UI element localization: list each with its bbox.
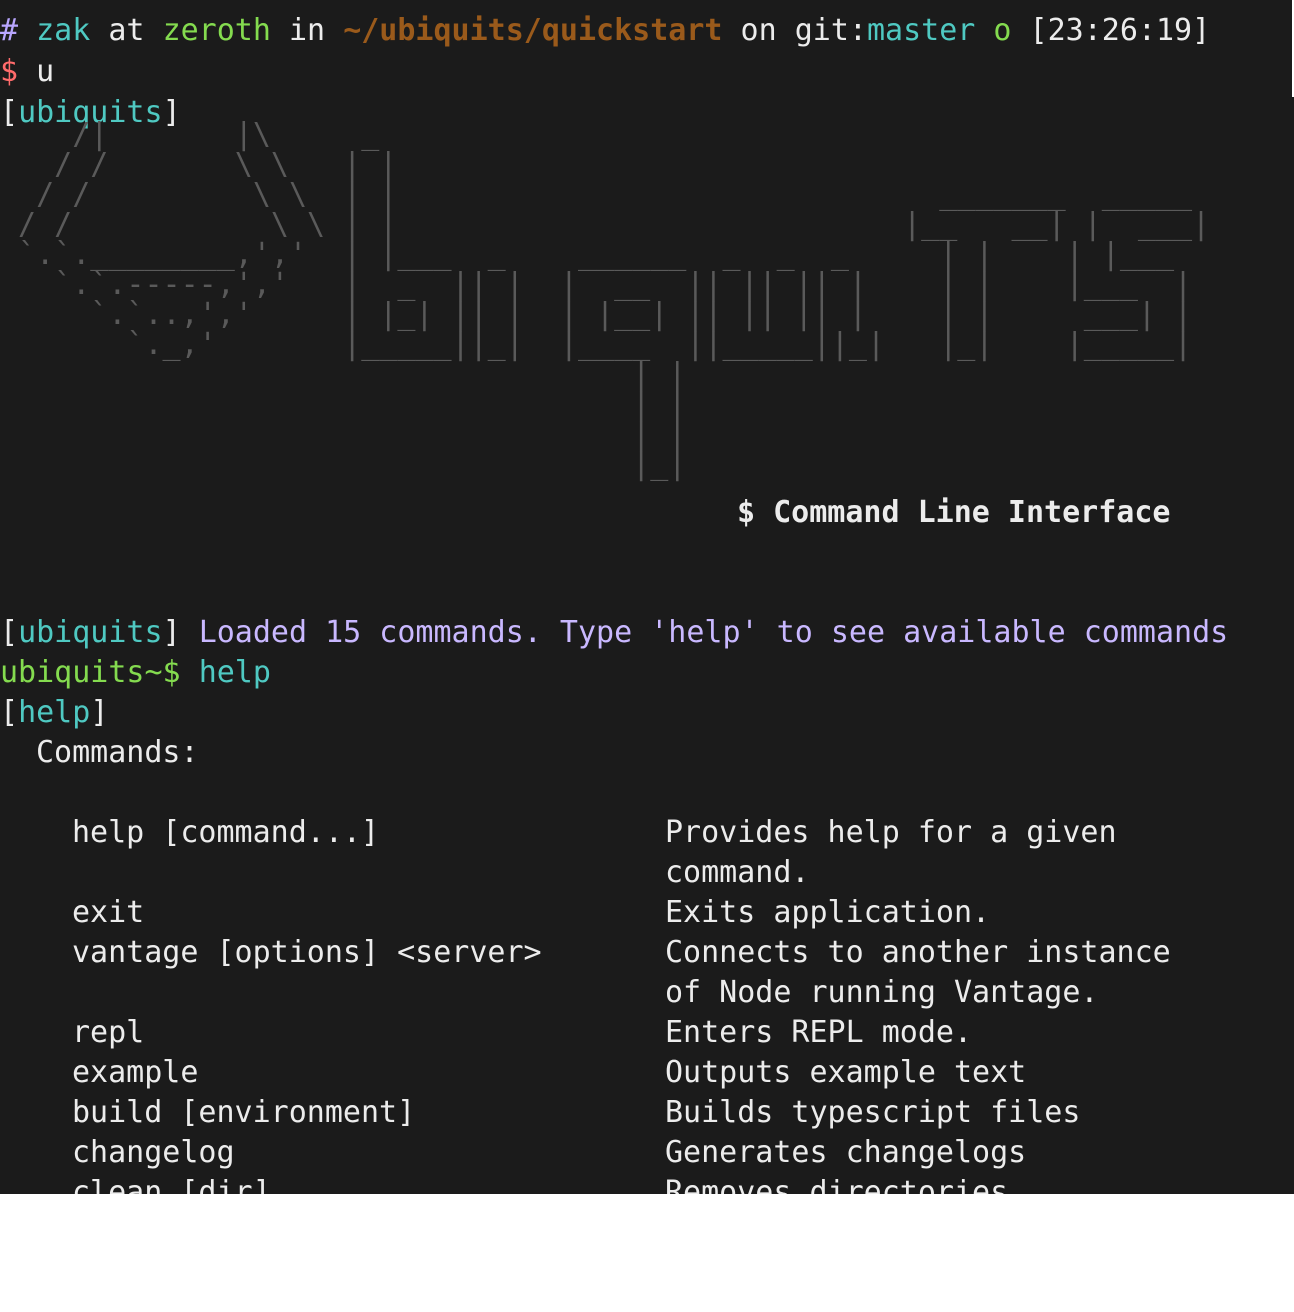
prompt-hash: # bbox=[0, 13, 19, 48]
prompt-host: zeroth bbox=[162, 13, 271, 48]
command-name: build [environment] bbox=[72, 1095, 416, 1130]
help-tag-line: [help] bbox=[0, 695, 109, 730]
typed-command: u bbox=[36, 54, 55, 89]
command-description: Outputs example text bbox=[665, 1055, 1027, 1090]
terminal-window[interactable]: # zak at zeroth in ~/ubiquits/quickstart… bbox=[0, 0, 1294, 1194]
command-description-cont: of Node running Vantage. bbox=[665, 975, 1099, 1010]
banner-subtitle: $ Command Line Interface bbox=[737, 495, 1171, 530]
command-description: Generates changelogs bbox=[665, 1135, 1027, 1170]
command-name: example bbox=[72, 1055, 199, 1090]
command-description: Exits application. bbox=[665, 895, 991, 930]
command-name: vantage [options] <server> bbox=[72, 935, 542, 970]
repl-command: help bbox=[198, 655, 271, 690]
shell-prompt-line: # zak at zeroth in ~/ubiquits/quickstart… bbox=[0, 11, 1210, 51]
prompt-at: at bbox=[108, 13, 145, 48]
command-description: Provides help for a given bbox=[665, 815, 1117, 850]
command-description: Removes directories bbox=[665, 1175, 1009, 1194]
command-description: Connects to another instance bbox=[665, 935, 1171, 970]
command-description: Enters REPL mode. bbox=[665, 1015, 973, 1050]
repl-prompt: ubiquits~$ bbox=[0, 655, 181, 690]
command-name: exit bbox=[72, 895, 145, 930]
loaded-message: Loaded 15 commands. Type 'help' to see a… bbox=[198, 615, 1229, 650]
help-tag: help bbox=[18, 695, 91, 730]
command-description: Builds typescript files bbox=[665, 1095, 1081, 1130]
app-tag: ubiquits bbox=[18, 615, 163, 650]
command-name: help [command...] bbox=[72, 815, 380, 850]
commands-heading: Commands: bbox=[36, 735, 199, 770]
command-name: repl bbox=[72, 1015, 145, 1050]
prompt-git-status: o bbox=[993, 13, 1012, 48]
prompt-user: zak bbox=[36, 13, 91, 48]
command-description-cont: command. bbox=[665, 855, 810, 890]
prompt-path: ~/ubiquits/quickstart bbox=[343, 13, 723, 48]
prompt-on: on bbox=[740, 13, 777, 48]
prompt-time: [23:26:19] bbox=[1029, 13, 1211, 48]
prompt-git-label: git: bbox=[794, 13, 867, 48]
prompt-branch: master bbox=[866, 13, 976, 48]
repl-prompt-line[interactable]: ubiquits~$ help bbox=[0, 653, 271, 693]
prompt-in: in bbox=[289, 13, 326, 48]
command-line: $ u bbox=[0, 52, 54, 92]
loaded-message-line: [ubiquits] Loaded 15 commands. Type 'hel… bbox=[0, 615, 1229, 650]
command-name: changelog bbox=[72, 1135, 235, 1170]
ascii-logo-banner: /| |\ _ / / \ \ | | / / \ \ | | _______ … bbox=[18, 117, 1211, 482]
command-name: clean [dir] bbox=[72, 1175, 271, 1194]
prompt-dollar: $ bbox=[0, 54, 19, 89]
